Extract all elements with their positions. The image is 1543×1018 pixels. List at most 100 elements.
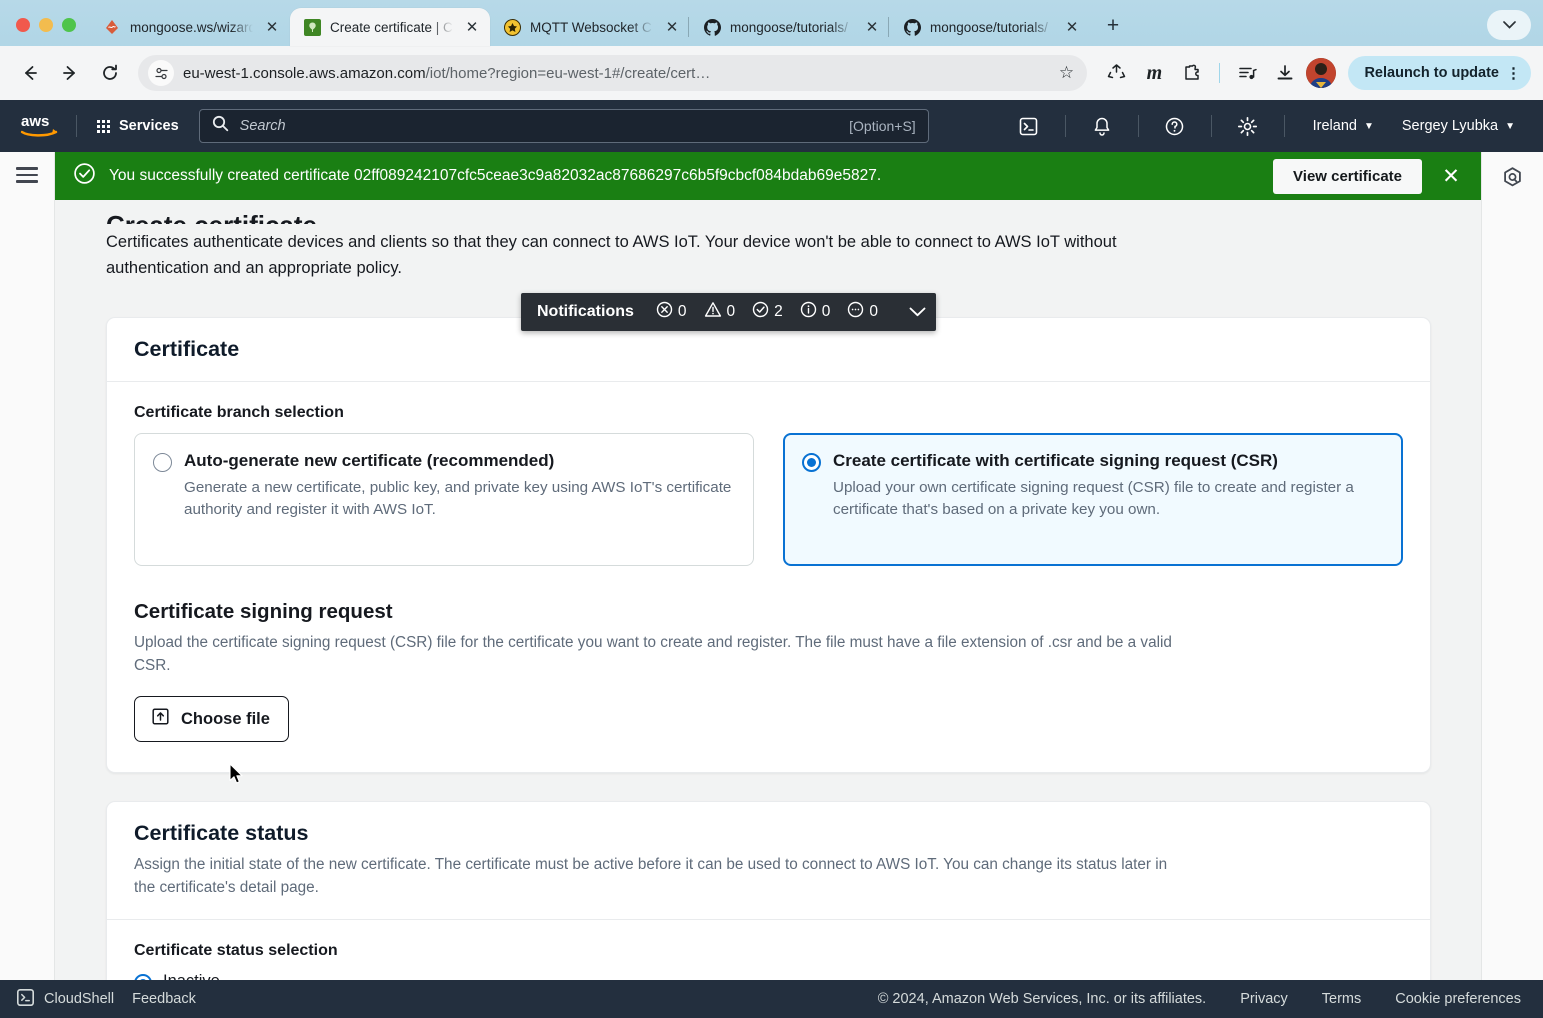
cloudshell-button[interactable]: CloudShell — [16, 988, 132, 1011]
copyright-text: © 2024, Amazon Web Services, Inc. or its… — [877, 991, 1207, 1007]
notifications-bell-icon[interactable] — [1080, 109, 1124, 143]
new-tab-button[interactable]: + — [1098, 11, 1128, 41]
github-icon — [903, 18, 921, 36]
status-card-title: Certificate status — [134, 821, 309, 845]
warning-icon — [704, 301, 722, 323]
aws-footer: CloudShell Feedback © 2024, Amazon Web S… — [0, 980, 1543, 1018]
page-intro-text: Certificates authenticate devices and cl… — [106, 233, 1117, 277]
browser-toolbar: eu-west-1.console.aws.amazon.com/iot/hom… — [0, 46, 1543, 100]
browser-tab-create-certificate[interactable]: Create certificate | C ✕ — [290, 8, 490, 46]
topnav-divider — [1283, 115, 1285, 137]
left-rail-lower — [0, 200, 55, 1018]
kebab-menu-icon[interactable]: ⋮ — [1506, 66, 1521, 81]
site-settings-icon[interactable] — [148, 60, 174, 86]
profile-avatar[interactable] — [1306, 58, 1337, 88]
notification-count-in-progress[interactable]: 0 — [847, 301, 878, 323]
close-tab-button[interactable]: ✕ — [262, 17, 282, 37]
browser-tab-title: mongoose/tutorials/ — [930, 19, 1048, 35]
forward-button[interactable] — [52, 55, 88, 91]
topnav-divider — [1210, 115, 1212, 137]
close-tab-button[interactable]: ✕ — [862, 17, 882, 37]
address-bar[interactable]: eu-west-1.console.aws.amazon.com/iot/hom… — [138, 55, 1088, 91]
help-question-icon[interactable] — [1153, 109, 1197, 143]
search-icon — [212, 115, 229, 137]
cloudshell-icon[interactable] — [1007, 109, 1051, 143]
relaunch-to-update-button[interactable]: Relaunch to update ⋮ — [1348, 56, 1531, 90]
flash-message: You successfully created certificate 02f… — [109, 167, 882, 184]
radio-tile-auto-generate[interactable]: Auto-generate new certificate (recommend… — [134, 433, 754, 567]
aws-top-navigation: aws Services Search [Option+S] Ireland ▼… — [0, 100, 1543, 152]
feedback-link[interactable]: Feedback — [132, 991, 214, 1007]
certificate-card: Certificate Certificate branch selection… — [106, 317, 1431, 773]
browser-tab-mongoose-tutorials-2[interactable]: mongoose/tutorials/ ✕ — [888, 8, 1090, 46]
topnav-divider — [1064, 115, 1066, 137]
amazon-q-icon[interactable] — [1501, 166, 1524, 200]
region-label: Ireland — [1312, 118, 1357, 134]
notification-count-error[interactable]: 0 — [656, 301, 687, 323]
close-window-button[interactable] — [16, 18, 30, 32]
search-shortcut-hint: [Option+S] — [849, 118, 916, 134]
chevron-down-icon[interactable] — [909, 307, 926, 317]
certificate-card-body: Certificate branch selection Auto-genera… — [107, 382, 1430, 772]
reload-button[interactable] — [92, 55, 128, 91]
csr-description: Upload the certificate signing request (… — [134, 634, 1172, 675]
browser-tab-mongoose-wizard[interactable]: mongoose.ws/wizard ✕ — [90, 8, 290, 46]
settings-gear-icon[interactable] — [1226, 109, 1270, 143]
maximize-window-button[interactable] — [62, 18, 76, 32]
browser-tab-mongoose-tutorials-1[interactable]: mongoose/tutorials/ ✕ — [688, 8, 890, 46]
minimize-window-button[interactable] — [39, 18, 53, 32]
svg-text:aws: aws — [21, 113, 49, 130]
browser-chrome: mongoose.ws/wizard ✕ Create certificate … — [0, 0, 1543, 100]
chevron-down-icon: ▼ — [1505, 120, 1515, 132]
right-rail-lower — [1481, 200, 1543, 1018]
radio-option-title: Auto-generate new certificate (recommend… — [184, 451, 555, 471]
radio-tile-csr[interactable]: Create certificate with certificate sign… — [783, 433, 1403, 567]
search-placeholder: Search — [239, 118, 286, 134]
notifications-flyout[interactable]: Notifications 0 0 2 0 0 — [521, 293, 937, 331]
notifications-label: Notifications — [537, 303, 634, 320]
radio-button[interactable] — [802, 453, 821, 473]
services-menu-button[interactable]: Services — [91, 112, 185, 140]
url-text: eu-west-1.console.aws.amazon.com/iot/hom… — [183, 64, 711, 82]
account-menu[interactable]: Sergey Lyubka ▼ — [1388, 118, 1529, 134]
choose-file-button[interactable]: Choose file — [134, 696, 289, 742]
region-selector[interactable]: Ireland ▼ — [1299, 118, 1388, 134]
window-traffic-lights — [8, 18, 90, 46]
close-tab-button[interactable]: ✕ — [662, 17, 682, 37]
aws-search-input[interactable]: Search [Option+S] — [198, 109, 929, 143]
privacy-link[interactable]: Privacy — [1240, 991, 1288, 1007]
media-playlist-icon[interactable] — [1230, 56, 1264, 90]
topnav-divider — [1137, 115, 1139, 137]
back-button[interactable] — [12, 55, 48, 91]
page-title: Create certificate — [106, 210, 1431, 224]
radio-button[interactable] — [153, 453, 172, 473]
close-icon[interactable]: ✕ — [1435, 160, 1467, 192]
browser-tab-mqtt-websocket[interactable]: MQTT Websocket C ✕ — [490, 8, 690, 46]
grid-icon — [97, 119, 110, 133]
notification-count-info[interactable]: 0 — [800, 301, 831, 323]
in-progress-icon — [847, 301, 864, 323]
view-certificate-button[interactable]: View certificate — [1273, 158, 1422, 194]
status-card-description: Assign the initial state of the new cert… — [134, 856, 1168, 896]
monica-m-icon[interactable]: m — [1137, 56, 1171, 90]
recycle-icon[interactable] — [1099, 56, 1133, 90]
bookmark-star-icon[interactable]: ☆ — [1051, 58, 1081, 88]
chevron-down-icon: ▼ — [1363, 120, 1374, 132]
browser-tab-strip: mongoose.ws/wizard ✕ Create certificate … — [0, 0, 1543, 46]
certificate-card-title: Certificate — [134, 337, 240, 362]
close-tab-button[interactable]: ✕ — [462, 17, 482, 37]
count-value: 0 — [821, 303, 831, 320]
tab-search-chevron-down-icon[interactable] — [1487, 10, 1531, 40]
extensions-icon[interactable] — [1175, 56, 1209, 90]
terms-link[interactable]: Terms — [1322, 991, 1361, 1007]
cookie-preferences-link[interactable]: Cookie preferences — [1395, 991, 1521, 1007]
close-tab-button[interactable]: ✕ — [1062, 17, 1082, 37]
hamburger-menu-icon[interactable] — [16, 167, 38, 200]
success-icon — [752, 301, 769, 323]
radio-option-title: Create certificate with certificate sign… — [833, 451, 1278, 471]
notification-count-warning[interactable]: 0 — [704, 301, 735, 323]
aws-logo[interactable]: aws — [18, 111, 62, 141]
downloads-icon[interactable] — [1268, 56, 1302, 90]
relaunch-label: Relaunch to update — [1364, 65, 1499, 81]
notification-count-success[interactable]: 2 — [752, 301, 783, 323]
